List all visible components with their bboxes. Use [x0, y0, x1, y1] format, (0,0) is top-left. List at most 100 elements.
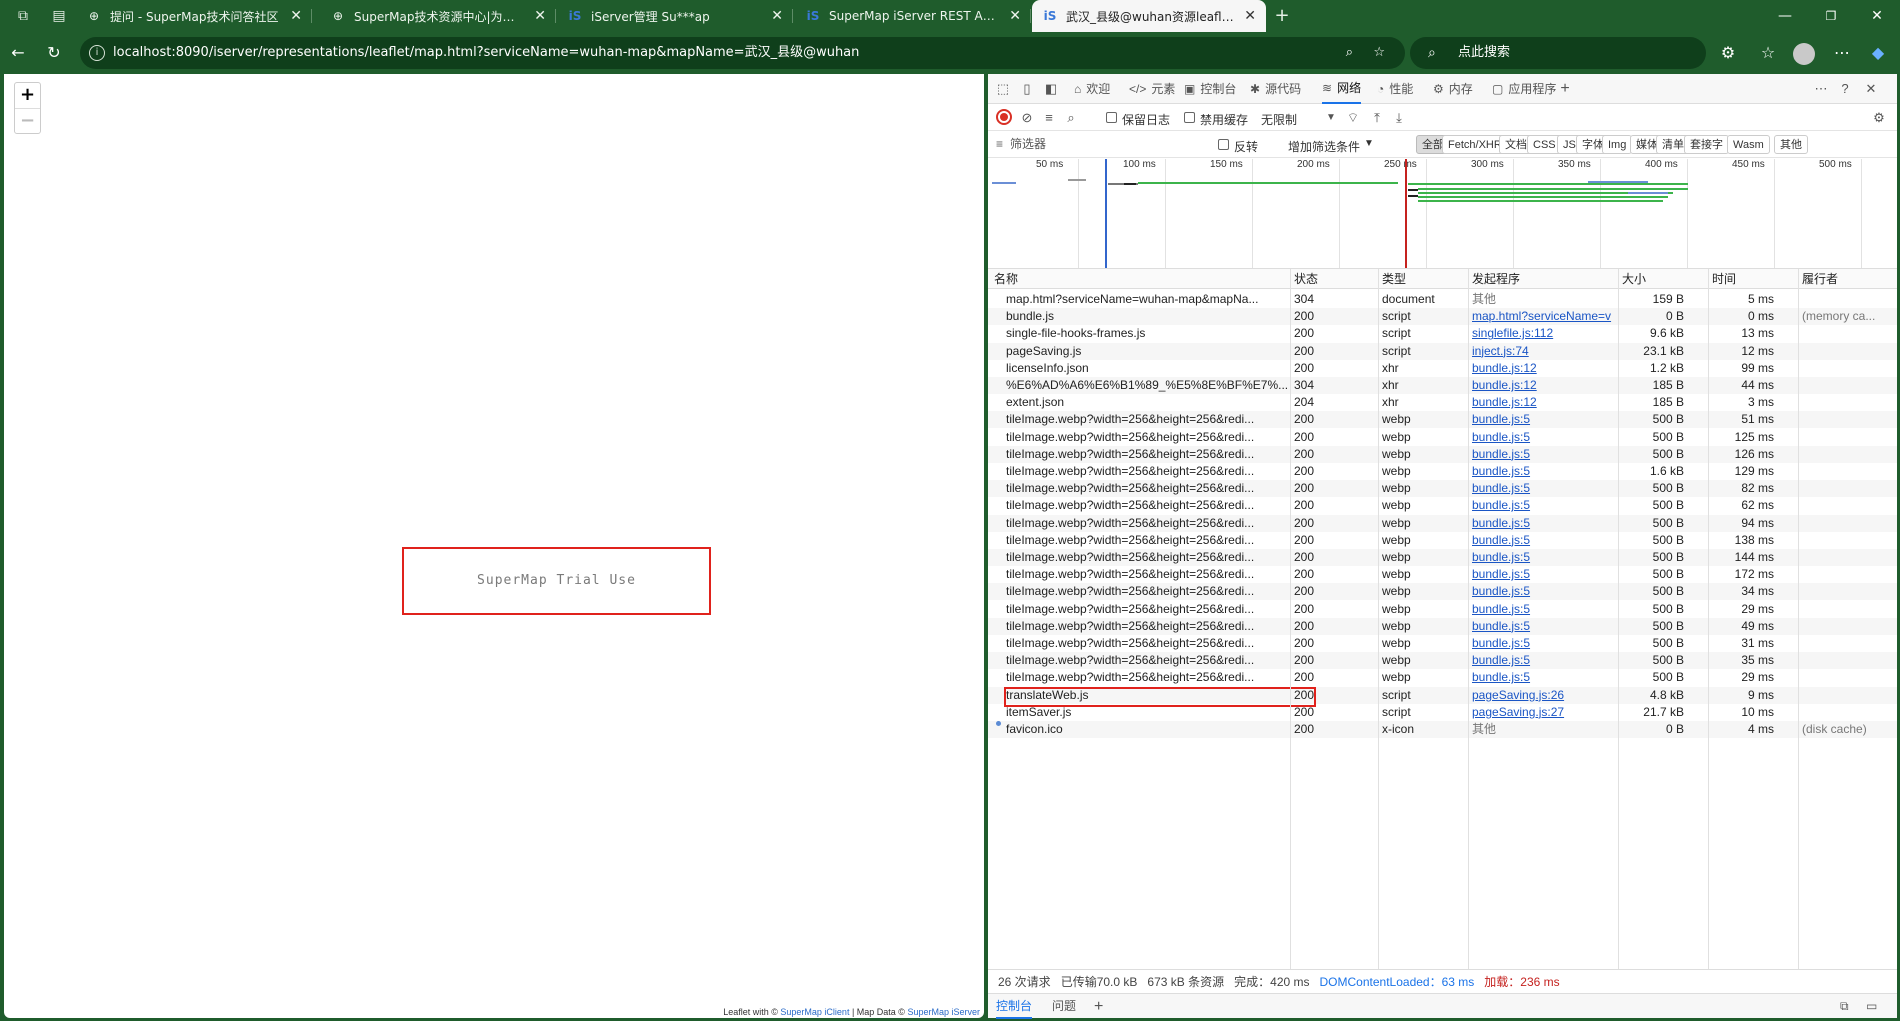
close-tab-icon[interactable]: ✕ — [771, 8, 783, 24]
cell-initiator[interactable]: bundle.js:5 — [1472, 669, 1616, 686]
new-tab-icon[interactable]: + — [1273, 7, 1291, 25]
refresh-icon[interactable]: ↻ — [44, 43, 64, 63]
table-row[interactable]: extent.json 204 xhr bundle.js:12 185 B 3 ms — [988, 394, 1897, 411]
favorites-icon[interactable]: ☆ — [1758, 43, 1778, 63]
cell-initiator[interactable]: bundle.js:5 — [1472, 618, 1616, 635]
cell-initiator[interactable]: bundle.js:5 — [1472, 497, 1616, 514]
table-row[interactable]: tileImage.webp?width=256&height=256&redi… — [988, 514, 1897, 532]
cell-initiator[interactable]: singlefile.js:112 — [1472, 325, 1616, 342]
clear-icon[interactable]: ⊘ — [1018, 109, 1036, 127]
address-bar[interactable]: i localhost:8090/iserver/representations… — [80, 37, 1405, 69]
network-overview-timeline[interactable]: 50 ms 100 ms 150 ms 200 ms 250 ms 300 ms 350 m… — [988, 159, 1897, 269]
drawer-tab-issues[interactable]: 问题 — [1052, 994, 1076, 1019]
close-tab-icon[interactable]: ✕ — [534, 8, 546, 24]
table-row[interactable]: favicon.ico 200 x-icon 其他 0 B 4 ms (disk cache… — [988, 721, 1897, 738]
filter-chip[interactable]: Fetch/XHR — [1442, 135, 1508, 154]
devtools-tab[interactable]: ⚙ 内存 — [1433, 74, 1473, 104]
preserve-log-checkbox[interactable] — [1106, 112, 1117, 123]
dock-side-icon[interactable]: ◧ — [1042, 80, 1060, 98]
filter-chip[interactable]: Img — [1602, 135, 1633, 154]
devtools-tab[interactable]: ▣ 控制台 — [1184, 74, 1236, 104]
close-tab-icon[interactable]: ✕ — [290, 8, 302, 24]
network-settings-icon[interactable]: ⚙ — [1870, 109, 1888, 127]
table-row[interactable]: tileImage.webp?width=256&height=256&redi… — [988, 463, 1897, 480]
cell-initiator[interactable]: bundle.js:5 — [1472, 532, 1616, 549]
table-row[interactable]: tileImage.webp?width=256&height=256&redi… — [988, 583, 1897, 601]
browser-tab[interactable]: ⊕ SuperMap技术资源中心|为您提供 ✕ — [320, 0, 556, 32]
table-row[interactable]: tileImage.webp?width=256&height=256&redi… — [988, 635, 1897, 652]
search-box[interactable]: ⌕ 点此搜索 — [1410, 37, 1706, 69]
table-row[interactable]: tileImage.webp?width=256&height=256&redi… — [988, 549, 1897, 566]
import-har-icon[interactable]: ⤒ — [1368, 109, 1386, 127]
throttling-select[interactable]: 无限制 — [1261, 111, 1297, 128]
export-har-icon[interactable]: ⤓ — [1390, 109, 1408, 127]
extensions-icon[interactable]: ⚙ — [1718, 43, 1738, 63]
cell-initiator[interactable]: bundle.js:5 — [1472, 652, 1616, 669]
devtools-tab[interactable]: ▢ 应用程序 — [1492, 74, 1556, 104]
avatar[interactable] — [1793, 43, 1815, 65]
table-row[interactable]: licenseInfo.json 200 xhr bundle.js:12 1.2 kB… — [988, 360, 1897, 377]
table-row[interactable]: bundle.js 200 script map.html?serviceName=v… — [988, 308, 1897, 326]
drawer-tab-console[interactable]: 控制台 — [996, 994, 1033, 1019]
cell-initiator[interactable]: bundle.js:5 — [1472, 446, 1616, 463]
cell-initiator[interactable]: bundle.js:5 — [1472, 480, 1616, 497]
map-viewport[interactable]: + − SuperMap Trial Use Leaflet with © Su… — [4, 74, 984, 1018]
devtools-tab[interactable]: ◔ 性能 — [1377, 74, 1413, 104]
filter-input[interactable]: 筛选器 — [996, 135, 1216, 154]
cell-initiator[interactable]: bundle.js:5 — [1472, 515, 1616, 532]
browser-tab[interactable]: iS SuperMap iServer REST API Su*** ✕ — [795, 0, 1031, 32]
cell-initiator[interactable]: bundle.js:12 — [1472, 394, 1616, 411]
close-drawer-icon[interactable]: ▭ — [1866, 994, 1877, 1019]
invert-checkbox[interactable] — [1218, 139, 1229, 150]
back-icon[interactable]: ← — [8, 43, 28, 63]
filter-chip[interactable]: 套接字 — [1684, 135, 1729, 154]
cell-initiator[interactable]: pageSaving.js:26 — [1472, 687, 1616, 704]
browser-tab[interactable]: iS iServer管理 Su***ap ✕ — [557, 0, 793, 32]
devtools-tab[interactable]: ✱ 源代码 — [1250, 74, 1301, 104]
cell-initiator[interactable]: bundle.js:12 — [1472, 377, 1616, 394]
cell-initiator[interactable]: pageSaving.js:27 — [1472, 704, 1616, 721]
table-row[interactable]: tileImage.webp?width=256&height=256&redi… — [988, 497, 1897, 514]
more-menu-icon[interactable]: ⋯ — [1832, 43, 1852, 63]
cell-initiator[interactable]: inject.js:74 — [1472, 343, 1616, 360]
more-filters-dropdown[interactable]: 增加筛选条件 — [1288, 138, 1360, 155]
table-row[interactable]: tileImage.webp?width=256&height=256&redi… — [988, 669, 1897, 686]
column-header[interactable]: 大小 — [1622, 269, 1690, 289]
chevron-down-icon[interactable]: ▼ — [1364, 138, 1374, 149]
browser-tab[interactable]: iS 武汉_县级@wuhan资源leaflet表述 ✕ — [1032, 0, 1266, 32]
cell-initiator[interactable]: bundle.js:5 — [1472, 566, 1616, 583]
copilot-icon[interactable]: ◆ — [1868, 43, 1888, 63]
network-conditions-icon[interactable]: ⌔ — [1344, 109, 1362, 127]
cell-initiator[interactable]: bundle.js:5 — [1472, 463, 1616, 480]
search-network-icon[interactable]: ⌕ — [1062, 109, 1080, 127]
table-row[interactable]: pageSaving.js 200 script inject.js:74 23.1 k… — [988, 342, 1897, 360]
filter-toggle-icon[interactable]: ≡ — [1040, 109, 1058, 127]
cell-initiator[interactable]: bundle.js:5 — [1472, 549, 1616, 566]
cell-initiator[interactable]: map.html?serviceName=v — [1472, 308, 1616, 325]
record-icon[interactable] — [996, 109, 1012, 125]
table-row[interactable]: tileImage.webp?width=256&height=256&redi… — [988, 601, 1897, 618]
cell-initiator[interactable]: bundle.js:5 — [1472, 429, 1616, 446]
table-row[interactable]: tileImage.webp?width=256&height=256&redi… — [988, 652, 1897, 670]
minimize-icon[interactable]: — — [1762, 0, 1808, 32]
browser-tab[interactable]: ⊕ 提问 - SuperMap技术问答社区 ✕ — [76, 0, 312, 32]
column-header[interactable]: 发起程序 — [1472, 269, 1616, 289]
devtools-more-icon[interactable]: ⋯ — [1812, 80, 1830, 98]
favorite-star-icon[interactable]: ☆ — [1373, 37, 1385, 69]
filter-chip[interactable]: Wasm — [1727, 135, 1770, 154]
help-icon[interactable]: ? — [1836, 80, 1854, 98]
devtools-close-icon[interactable]: ✕ — [1862, 80, 1880, 98]
table-row[interactable]: tileImage.webp?width=256&height=256&redi… — [988, 566, 1897, 583]
site-info-icon[interactable]: i — [89, 45, 105, 61]
table-row[interactable]: tileImage.webp?width=256&height=256&redi… — [988, 617, 1897, 635]
iserver-link[interactable]: SuperMap iServer — [907, 1007, 980, 1017]
column-header[interactable]: 名称 — [994, 269, 1292, 289]
table-row[interactable]: %E6%AD%A6%E6%B1%89_%E5%8E%BF%E7%... 304 xh… — [988, 377, 1897, 394]
chevron-down-icon[interactable]: ▼ — [1322, 109, 1340, 127]
vertical-tabs-icon[interactable]: ▤ — [50, 7, 68, 25]
devtools-tab[interactable]: ⌂ 欢迎 — [1074, 74, 1110, 104]
table-row[interactable]: map.html?serviceName=wuhan-map&mapNa... 3… — [988, 291, 1897, 308]
devtools-tab[interactable]: </> 元素 — [1129, 74, 1175, 104]
column-header[interactable]: 类型 — [1382, 269, 1464, 289]
zoom-out-button[interactable]: − — [15, 108, 40, 133]
